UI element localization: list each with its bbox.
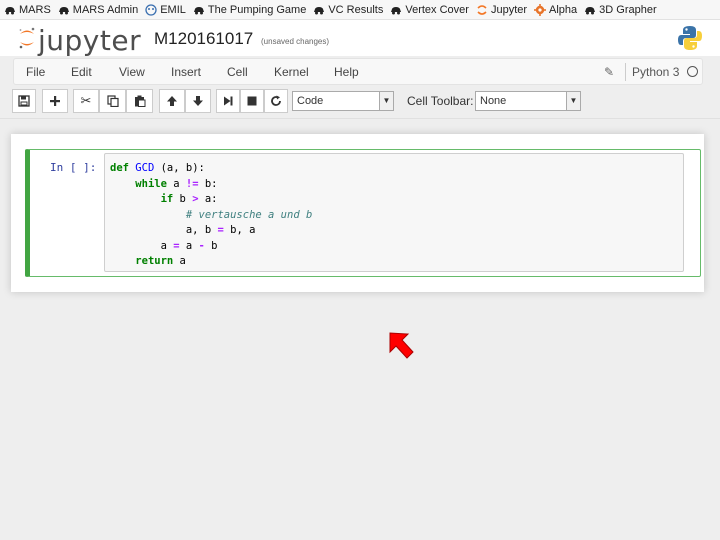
emil-icon (145, 3, 157, 16)
menu-file[interactable]: File (26, 65, 45, 79)
main-toolbar: ✂ Code ▼ Cell Toolbar: None ▼ (0, 89, 720, 115)
code-editor[interactable]: def GCD (a, b): while a != b: if b > a: … (104, 153, 684, 272)
cell-toolbar-select[interactable]: None ▼ (475, 91, 581, 111)
interrupt-kernel-button[interactable] (240, 89, 264, 113)
bookmark-alpha[interactable]: Alpha (534, 3, 577, 16)
kernel-separator (625, 63, 626, 81)
gear-icon (534, 3, 547, 16)
copy-button[interactable] (99, 89, 126, 113)
arrow-down-icon (193, 96, 203, 106)
kernel-idle-indicator-icon (687, 66, 698, 77)
header-divider (0, 118, 720, 119)
code-line: a, b = b, a (110, 224, 256, 236)
cell-type-select[interactable]: Code ▼ (292, 91, 394, 111)
input-prompt: In [ ]: (50, 161, 97, 174)
bookmarks-bar: MARS MARS Admin EMIL The Pumping Game VC… (0, 0, 720, 20)
menu-edit[interactable]: Edit (71, 65, 92, 79)
code-line: def GCD (a, b): (110, 162, 205, 174)
notebook-header: jupyter M120161017 (unsaved changes) (0, 20, 720, 57)
menu-cell[interactable]: Cell (227, 65, 248, 79)
code-line: if b > a: (160, 193, 218, 205)
code-line: return a (135, 255, 186, 267)
car-icon (584, 4, 596, 16)
menu-view[interactable]: View (119, 65, 145, 79)
code-line: while a != b: (135, 177, 218, 190)
cell-toolbar-label: Cell Toolbar: (407, 94, 474, 108)
bookmark-mars[interactable]: MARS (4, 4, 51, 16)
paste-button[interactable] (126, 89, 153, 113)
kernel-name[interactable]: Python 3 (632, 65, 679, 79)
car-icon (390, 4, 402, 16)
save-icon (18, 95, 30, 107)
car-icon (58, 4, 70, 16)
bookmark-vc-results[interactable]: VC Results (313, 4, 383, 16)
stop-icon (247, 96, 257, 106)
menubar: File Edit View Insert Cell Kernel Help ✎… (13, 58, 703, 85)
chevron-down-icon: ▼ (379, 92, 393, 110)
car-icon (313, 4, 325, 16)
jupyter-icon (476, 4, 488, 16)
cut-icon: ✂ (80, 93, 92, 108)
jupyter-logo[interactable]: jupyter (18, 24, 141, 57)
mouse-cursor-arrow-icon (386, 330, 422, 369)
code-cell[interactable]: In [ ]: def GCD (a, b): while a != b: if… (25, 149, 701, 277)
move-cell-up-button[interactable] (159, 89, 185, 113)
cut-button[interactable]: ✂ (73, 89, 99, 113)
insert-cell-button[interactable] (42, 89, 68, 113)
edit-mode-pencil-icon: ✎ (604, 65, 615, 79)
cell-toolbar-value: None (480, 95, 507, 107)
save-button[interactable] (12, 89, 36, 113)
code-lines: def GCD (a, b): while a != b: if b > a: … (110, 161, 312, 270)
run-cell-button[interactable] (216, 89, 240, 113)
copy-icon (106, 95, 119, 107)
bookmark-pumping-game[interactable]: The Pumping Game (193, 4, 306, 16)
chevron-down-icon: ▼ (566, 92, 580, 110)
move-cell-down-button[interactable] (185, 89, 211, 113)
plus-icon (50, 96, 60, 106)
jupyter-logo-text: jupyter (38, 24, 142, 57)
refresh-icon (271, 95, 281, 106)
menu-kernel[interactable]: Kernel (274, 65, 309, 79)
bookmark-vertex-cover[interactable]: Vertex Cover (390, 4, 469, 16)
bookmark-3d-grapher[interactable]: 3D Grapher (584, 4, 657, 16)
restart-kernel-button[interactable] (264, 89, 288, 113)
car-icon (193, 4, 205, 16)
bookmark-jupyter[interactable]: Jupyter (476, 4, 527, 16)
notebook-container: In [ ]: def GCD (a, b): while a != b: if… (11, 134, 704, 292)
save-status: (unsaved changes) (261, 37, 330, 46)
paste-icon (134, 95, 145, 107)
notebook-title[interactable]: M120161017 (154, 29, 253, 49)
arrow-up-icon (167, 96, 177, 106)
cell-type-value: Code (297, 95, 324, 107)
menu-insert[interactable]: Insert (171, 65, 201, 79)
car-icon (4, 4, 16, 16)
code-line: # vertausche a und b (185, 208, 313, 221)
code-line: a = a - b (110, 239, 218, 252)
bookmark-emil[interactable]: EMIL (145, 4, 186, 16)
bookmark-mars-admin[interactable]: MARS Admin (58, 4, 138, 16)
jupyter-logo-icon (18, 25, 36, 56)
step-forward-icon (224, 96, 233, 106)
python-logo-icon (678, 25, 702, 56)
menu-help[interactable]: Help (334, 65, 359, 79)
